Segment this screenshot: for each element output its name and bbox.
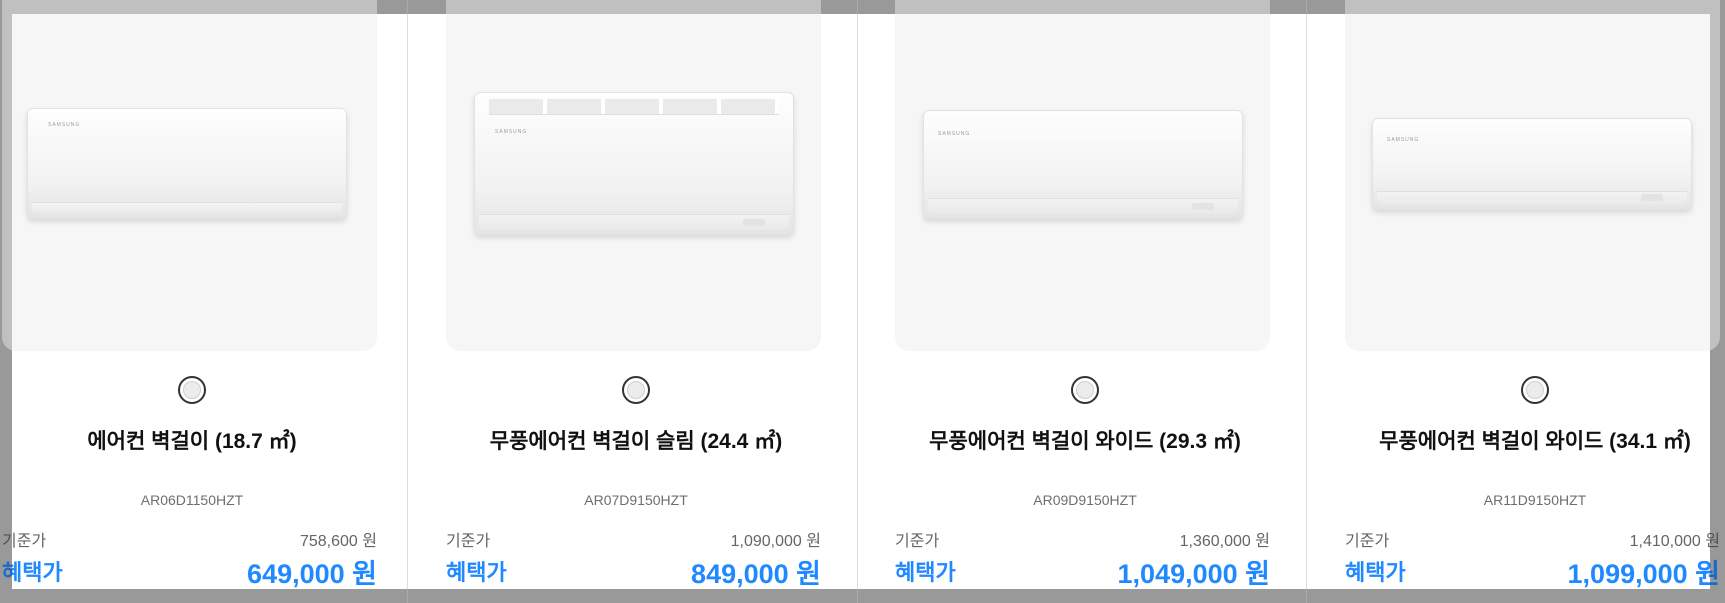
product-image-4[interactable]: SAMSUNG	[1345, 0, 1720, 351]
product-model-3: AR09D9150HZT	[1033, 492, 1137, 508]
swatch-color	[627, 381, 645, 399]
ac-panel	[32, 202, 342, 214]
product-card-3-inner: SAMSUNG 무풍에어컨 벽걸이 와이드 (29.3 ㎡) AR09D9150…	[860, 0, 1310, 603]
product-card-2-inner: SAMSUNG 무풍에어컨 벽걸이 슬림 (24.4 ㎡) AR07D9150H…	[411, 0, 861, 603]
column-divider	[407, 0, 408, 603]
ac-display	[743, 219, 765, 226]
color-swatch-1[interactable]	[178, 376, 206, 404]
product-image-2[interactable]: SAMSUNG	[446, 0, 821, 351]
brand-logo: SAMSUNG	[48, 122, 81, 128]
wall-air-conditioner-icon: SAMSUNG	[1372, 118, 1692, 210]
product-card-4[interactable]: SAMSUNG 무풍에어컨 벽걸이 와이드 (34.1 ㎡) AR11D9150…	[1310, 0, 1725, 603]
wall-air-conditioner-icon: SAMSUNG	[27, 108, 347, 219]
brand-logo: SAMSUNG	[495, 129, 528, 135]
product-name-3[interactable]: 무풍에어컨 벽걸이 와이드 (29.3 ㎡)	[860, 425, 1310, 455]
sale-price-3: 1,049,000 원	[1117, 559, 1270, 589]
dim-overlay-left	[0, 14, 12, 589]
base-price-1: 758,600 원	[299, 533, 377, 550]
column-divider	[857, 0, 858, 603]
product-name-4[interactable]: 무풍에어컨 벽걸이 와이드 (34.1 ㎡)	[1310, 425, 1725, 455]
base-price-3: 1,360,000 원	[1179, 533, 1270, 550]
wall-air-conditioner-icon: SAMSUNG	[923, 110, 1243, 219]
dim-overlay-right	[1710, 14, 1725, 589]
column-divider	[1306, 0, 1307, 603]
product-image-1[interactable]: SAMSUNG	[2, 0, 377, 351]
base-price-label-2: 기준가	[446, 533, 491, 550]
ac-display	[1641, 194, 1663, 201]
base-price-2: 1,090,000 원	[730, 533, 821, 550]
product-list-stage: SAMSUNG 에어컨 벽걸이 (18.7 ㎡) AR06D1150HZT 기준…	[0, 0, 1725, 603]
sale-price-2: 849,000 원	[691, 559, 821, 589]
color-swatch-2[interactable]	[622, 376, 650, 404]
sale-price-label-2: 혜택가	[446, 560, 507, 585]
product-name-2[interactable]: 무풍에어컨 벽걸이 슬림 (24.4 ㎡)	[411, 425, 861, 455]
product-card-4-inner: SAMSUNG 무풍에어컨 벽걸이 와이드 (34.1 ㎡) AR11D9150…	[1310, 0, 1725, 603]
product-card-3[interactable]: SAMSUNG 무풍에어컨 벽걸이 와이드 (29.3 ㎡) AR09D9150…	[860, 0, 1310, 603]
swatch-color	[183, 381, 201, 399]
product-card-2[interactable]: SAMSUNG 무풍에어컨 벽걸이 슬림 (24.4 ㎡) AR07D9150H…	[411, 0, 861, 603]
product-model-4: AR11D9150HZT	[1483, 492, 1587, 508]
product-card-1[interactable]: SAMSUNG 에어컨 벽걸이 (18.7 ㎡) AR06D1150HZT 기준…	[0, 0, 417, 603]
color-swatch-4[interactable]	[1521, 376, 1549, 404]
ac-vent	[489, 99, 779, 115]
base-price-label-4: 기준가	[1345, 533, 1390, 550]
sale-price-4: 1,099,000 원	[1567, 559, 1720, 589]
base-price-label-3: 기준가	[895, 533, 940, 550]
ac-display	[1192, 203, 1214, 210]
brand-logo: SAMSUNG	[1387, 137, 1420, 143]
product-model-2: AR07D9150HZT	[584, 492, 688, 508]
swatch-color	[1526, 381, 1544, 399]
swatch-color	[1076, 381, 1094, 399]
dim-overlay-top	[0, 0, 1725, 14]
base-price-4: 1,410,000 원	[1629, 533, 1720, 550]
product-model-1: AR06D1150HZT	[140, 492, 244, 508]
sale-price-1: 649,000 원	[247, 559, 377, 589]
color-swatch-3[interactable]	[1071, 376, 1099, 404]
product-name-1[interactable]: 에어컨 벽걸이 (18.7 ㎡)	[0, 425, 417, 455]
brand-logo: SAMSUNG	[938, 131, 971, 137]
wall-air-conditioner-icon: SAMSUNG	[474, 92, 794, 235]
sale-price-label-4: 혜택가	[1345, 560, 1406, 585]
dim-overlay-bottom	[0, 589, 1725, 603]
product-image-3[interactable]: SAMSUNG	[895, 0, 1270, 351]
sale-price-label-3: 혜택가	[895, 560, 956, 585]
product-card-1-inner: SAMSUNG 에어컨 벽걸이 (18.7 ㎡) AR06D1150HZT 기준…	[0, 0, 417, 603]
